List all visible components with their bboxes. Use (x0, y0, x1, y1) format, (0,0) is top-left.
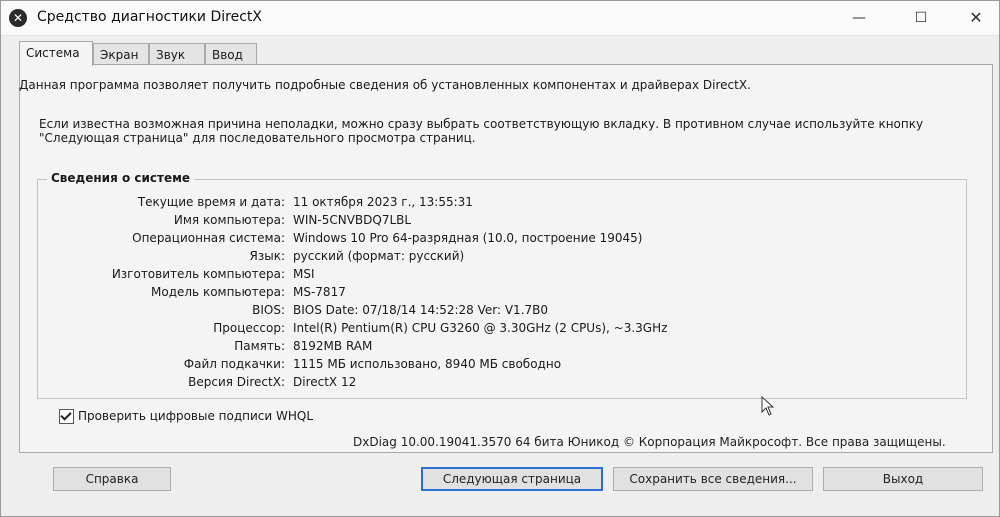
tab-sound[interactable]: Звук (149, 43, 205, 65)
intro-text: Данная программа позволяет получить подр… (19, 78, 751, 92)
whql-label: Проверить цифровые подписи WHQL (78, 409, 314, 423)
info-label: Память: (234, 339, 285, 353)
info-value: MSI (293, 267, 315, 281)
info-value: 8192MB RAM (293, 339, 373, 353)
info-label: Модель компьютера: (151, 285, 285, 299)
maximize-button[interactable]: ☐ (901, 7, 941, 29)
info-value: BIOS Date: 07/18/14 14:52:28 Ver: V1.7B0 (293, 303, 549, 317)
whql-checkbox[interactable] (59, 409, 74, 424)
info-label: Операционная система: (132, 231, 285, 245)
next-page-button[interactable]: Следующая страница (421, 467, 603, 491)
tab-system[interactable]: Система (19, 41, 93, 66)
info-value: 11 октября 2023 г., 13:55:31 (293, 195, 473, 209)
info-label: Файл подкачки: (183, 357, 285, 371)
info-value: 1115 МБ использовано, 8940 МБ свободно (293, 357, 562, 371)
mouse-cursor-icon (761, 396, 775, 416)
title-bar: ✕ Средство диагностики DirectX — ☐ ✕ (1, 1, 999, 36)
info-label: Изготовитель компьютера: (111, 267, 285, 281)
save-all-button[interactable]: Сохранить все сведения... (613, 467, 813, 491)
info-value: DirectX 12 (293, 375, 357, 389)
info-value: WIN-5CNVBDQ7LBL (293, 213, 412, 227)
info-label: Текущие время и дата: (137, 195, 285, 209)
info-label: Процессор: (213, 321, 285, 335)
help-button[interactable]: Справка (53, 467, 171, 491)
info-value: русский (формат: русский) (293, 249, 465, 263)
close-button[interactable]: ✕ (956, 7, 996, 29)
info-label: BIOS: (252, 303, 285, 317)
whql-checkbox-row[interactable]: Проверить цифровые подписи WHQL (59, 409, 313, 424)
dxdiag-window: ✕ Средство диагностики DirectX — ☐ ✕ Сис… (0, 0, 1000, 517)
copyright-text: DxDiag 10.00.19041.3570 64 бита Юникод ©… (353, 435, 946, 449)
intro-hint-text: Если известна возможная причина неполадк… (39, 117, 924, 145)
info-value: Intel(R) Pentium(R) CPU G3260 @ 3.30GHz … (293, 321, 668, 335)
info-value: MS-7817 (293, 285, 346, 299)
window-title: Средство диагностики DirectX (37, 9, 262, 25)
info-value: Windows 10 Pro 64-разрядная (10.0, постр… (293, 231, 643, 245)
tab-display[interactable]: Экран (93, 43, 149, 65)
info-label: Имя компьютера: (173, 213, 285, 227)
tab-input[interactable]: Ввод (205, 43, 257, 65)
dxdiag-icon: ✕ (9, 9, 27, 27)
exit-button[interactable]: Выход (823, 467, 983, 491)
info-label: Язык: (249, 249, 285, 263)
system-info-title: Сведения о системе (47, 171, 195, 185)
info-label: Версия DirectX: (188, 375, 285, 389)
minimize-button[interactable]: — (839, 7, 879, 29)
